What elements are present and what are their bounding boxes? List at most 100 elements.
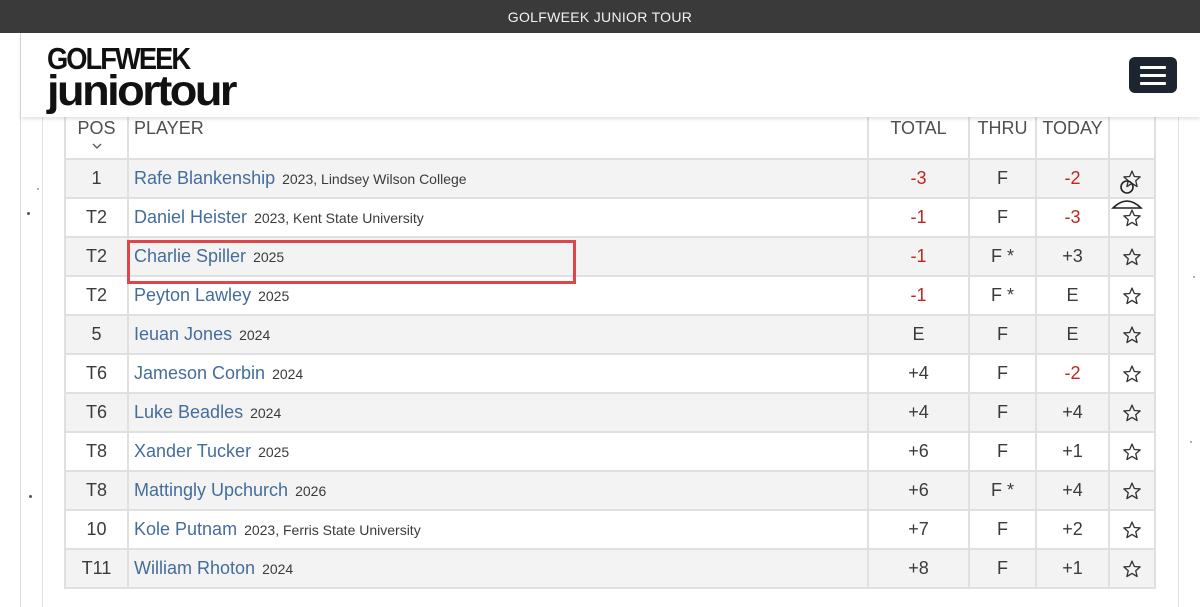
today-score-cell: -3	[1035, 197, 1110, 238]
star-outline-icon	[1123, 443, 1141, 461]
player-cell: Ieuan Jones 2024	[127, 314, 869, 355]
total-score-cell: -1	[867, 197, 970, 238]
leaderboard-row: T2 Peyton Lawley 2025 -1 F * E	[64, 275, 1156, 316]
favorite-button[interactable]	[1108, 314, 1156, 355]
hamburger-menu-button[interactable]	[1129, 57, 1177, 93]
player-name-link[interactable]: William Rhoton	[134, 558, 255, 578]
logo-line-2: juniortour	[47, 67, 237, 115]
today-column-header[interactable]: TODAY	[1035, 113, 1110, 160]
favorite-column-header	[1108, 113, 1156, 160]
total-column-header[interactable]: TOTAL	[867, 113, 970, 160]
total-score-cell: +4	[867, 392, 970, 433]
favorite-button[interactable]	[1108, 275, 1156, 316]
player-cell: Mattingly Upchurch 2026	[127, 470, 869, 511]
total-score-cell: E	[867, 314, 970, 355]
leaderboard-row: T8 Mattingly Upchurch 2026 +6 F * +4	[64, 470, 1156, 511]
player-name-link[interactable]: Kole Putnam	[134, 519, 237, 539]
player-name-link[interactable]: Peyton Lawley	[134, 285, 251, 305]
pos-column-header[interactable]: POS	[64, 113, 129, 160]
today-score-cell: +3	[1035, 236, 1110, 277]
position-cell: T2	[64, 275, 129, 316]
player-cell: Charlie Spiller 2025	[127, 236, 869, 277]
player-name-link[interactable]: Daniel Heister	[134, 207, 247, 227]
player-info: 2023, Kent State University	[254, 210, 424, 226]
position-cell: T8	[64, 470, 129, 511]
thru-cell: F	[968, 158, 1037, 199]
star-outline-icon	[1123, 482, 1141, 500]
thru-column-header[interactable]: THRU	[968, 113, 1037, 160]
player-info: 2024	[272, 366, 304, 382]
today-header-label: TODAY	[1042, 118, 1103, 138]
player-info: 2025	[258, 444, 290, 460]
favorite-button[interactable]	[1108, 236, 1156, 277]
thru-cell: F	[968, 431, 1037, 472]
favorite-button[interactable]	[1108, 509, 1156, 550]
today-score-cell: -2	[1035, 353, 1110, 394]
player-name-link[interactable]: Rafe Blankenship	[134, 168, 275, 188]
today-score-cell: +4	[1035, 392, 1110, 433]
player-name-link[interactable]: Ieuan Jones	[134, 324, 232, 344]
star-outline-icon	[1123, 521, 1141, 539]
favorite-button[interactable]	[1108, 470, 1156, 511]
player-info: 2024	[250, 405, 282, 421]
player-name-link[interactable]: Mattingly Upchurch	[134, 480, 288, 500]
player-cell: Luke Beadles 2024	[127, 392, 869, 433]
today-score-cell: +2	[1035, 509, 1110, 550]
decorative-dot	[29, 495, 32, 498]
position-cell: T11	[64, 548, 129, 589]
leaderboard-row: T2 Charlie Spiller 2025 -1 F * +3	[64, 236, 1156, 277]
thru-cell: F	[968, 392, 1037, 433]
player-cell: William Rhoton 2024	[127, 548, 869, 589]
thru-cell: F	[968, 548, 1037, 589]
leaderboard-row: T6 Jameson Corbin 2024 +4 F -2	[64, 353, 1156, 394]
total-score-cell: -1	[867, 236, 970, 277]
position-cell: T2	[64, 197, 129, 238]
today-score-cell: E	[1035, 314, 1110, 355]
player-cell: Xander Tucker 2025	[127, 431, 869, 472]
favorite-button[interactable]	[1108, 431, 1156, 472]
star-outline-icon	[1123, 560, 1141, 578]
leaderboard-table: POS PLAYER TOTAL THRU TODAY 1 Rafe Blanke…	[64, 113, 1156, 589]
player-header-label: PLAYER	[134, 118, 204, 138]
player-cell: Kole Putnam 2023, Ferris State Universit…	[127, 509, 869, 550]
today-score-cell: +1	[1035, 431, 1110, 472]
today-score-cell: -2	[1035, 158, 1110, 199]
decorative-dot	[1190, 441, 1192, 443]
total-score-cell: +7	[867, 509, 970, 550]
favorite-button[interactable]	[1108, 353, 1156, 394]
star-outline-icon	[1123, 248, 1141, 266]
total-score-cell: +6	[867, 431, 970, 472]
favorite-button[interactable]	[1108, 548, 1156, 589]
position-cell: 5	[64, 314, 129, 355]
player-column-header[interactable]: PLAYER	[127, 113, 869, 160]
favorite-button[interactable]	[1108, 392, 1156, 433]
leaderboard-row: T8 Xander Tucker 2025 +6 F +1	[64, 431, 1156, 472]
today-score-cell: +4	[1035, 470, 1110, 511]
thru-cell: F	[968, 314, 1037, 355]
player-cell: Jameson Corbin 2024	[127, 353, 869, 394]
person-icon	[1111, 180, 1143, 209]
page-left-border	[20, 33, 21, 607]
total-score-cell: -3	[867, 158, 970, 199]
golfweek-junior-tour-logo[interactable]: GOLFWEEK juniortour	[47, 43, 247, 119]
player-name-link[interactable]: Charlie Spiller	[134, 246, 246, 266]
player-name-link[interactable]: Xander Tucker	[134, 441, 251, 461]
hamburger-menu-icon-bar	[1140, 65, 1166, 69]
player-cell: Daniel Heister 2023, Kent State Universi…	[127, 197, 869, 238]
thru-cell: F *	[968, 470, 1037, 511]
pos-header-label: POS	[77, 118, 116, 138]
today-score-cell: E	[1035, 275, 1110, 316]
star-outline-icon	[1123, 404, 1141, 422]
total-score-cell: +6	[867, 470, 970, 511]
player-info: 2025	[258, 288, 290, 304]
total-score-cell: +8	[867, 548, 970, 589]
player-name-link[interactable]: Luke Beadles	[134, 402, 243, 422]
hamburger-menu-icon-bar	[1140, 73, 1166, 77]
thru-cell: F *	[968, 236, 1037, 277]
position-cell: T6	[64, 392, 129, 433]
player-name-link[interactable]: Jameson Corbin	[134, 363, 265, 383]
thru-cell: F *	[968, 275, 1037, 316]
thru-header-label: THRU	[977, 118, 1028, 138]
thru-cell: F	[968, 509, 1037, 550]
position-cell: 1	[64, 158, 129, 199]
